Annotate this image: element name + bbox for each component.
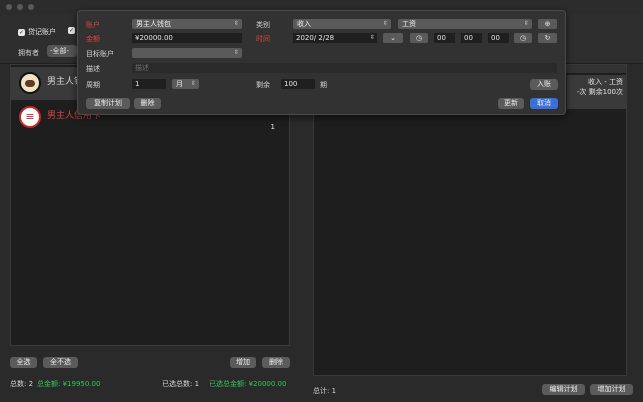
second-input[interactable]: 00 bbox=[488, 33, 509, 43]
selected-count: 已选总数: 1 bbox=[162, 380, 200, 388]
credit-account-label: 贷记账户 bbox=[28, 28, 56, 36]
add-account-button[interactable]: 增加 bbox=[230, 357, 256, 368]
minimize-window-button[interactable] bbox=[17, 4, 23, 10]
plan-total: 总计: 1 bbox=[313, 387, 337, 395]
select-all-button[interactable]: 全选 bbox=[10, 357, 37, 368]
date-value: 2020/ 2/28 bbox=[296, 34, 335, 42]
period-input[interactable]: 1 bbox=[132, 79, 166, 89]
wallet-avatar-icon bbox=[19, 72, 41, 94]
delete-plan-button[interactable]: 删除 bbox=[134, 98, 161, 109]
checkmark-icon: ✓ bbox=[18, 28, 25, 36]
update-button[interactable]: 更新 bbox=[498, 98, 524, 109]
post-entry-button[interactable]: 入账 bbox=[530, 79, 558, 90]
updown-chevron-icon: ⇳ bbox=[233, 49, 239, 56]
total-amount: 总金额: ¥19950.00 bbox=[37, 380, 101, 388]
credit-account-checkbox[interactable]: ✓ 贷记账户 bbox=[18, 27, 56, 37]
account-select-value: 男主人钱包 bbox=[136, 20, 171, 28]
copy-plan-button[interactable]: 复制计划 bbox=[86, 98, 130, 109]
target-account-label: 目标账户 bbox=[86, 50, 114, 58]
hour-input[interactable]: 00 bbox=[434, 33, 455, 43]
remaining-unit: 期 bbox=[320, 81, 327, 89]
checkmark-icon: ✓ bbox=[68, 27, 75, 34]
minute-input[interactable]: 00 bbox=[461, 33, 482, 43]
clock-icon: ◷ bbox=[519, 34, 527, 42]
refresh-button[interactable]: ↻ bbox=[538, 33, 557, 43]
delete-account-button[interactable]: 删除 bbox=[262, 357, 290, 368]
account-filter-checkbox[interactable]: ✓ bbox=[68, 27, 75, 34]
plan-remaining: -次 剩余100次 bbox=[576, 88, 623, 96]
owner-select[interactable]: -全部- bbox=[47, 45, 77, 57]
updown-chevron-icon: ⇳ bbox=[190, 80, 196, 87]
category-type-select[interactable]: 收入 ⇳ bbox=[293, 19, 391, 29]
remaining-label: 剩余 bbox=[256, 81, 270, 89]
refresh-icon: ↻ bbox=[544, 34, 551, 42]
target-account-select[interactable]: ⇳ bbox=[132, 48, 242, 58]
clock-button[interactable]: ◷ bbox=[410, 33, 428, 43]
chevron-down-icon: ⌄ bbox=[390, 34, 396, 42]
plan-editor-popover: 账户 男主人钱包 ⇳ 类别 收入 ⇳ 工资 ⇳ ⊕ 金额 ¥20000.00 时… bbox=[77, 10, 566, 115]
remaining-input[interactable]: 100 bbox=[281, 79, 315, 89]
total-count: 总数: 2 bbox=[10, 380, 34, 388]
add-plan-button[interactable]: 增加计划 bbox=[590, 384, 633, 395]
description-label: 描述 bbox=[86, 65, 100, 73]
time-label: 时间 bbox=[256, 35, 270, 43]
account-count: 1 bbox=[270, 123, 275, 131]
category-label: 类别 bbox=[256, 21, 270, 29]
close-window-button[interactable] bbox=[6, 4, 12, 10]
selected-amount: 已选总金额: ¥20000.00 bbox=[209, 380, 287, 388]
updown-chevron-icon: ⇳ bbox=[382, 20, 388, 27]
category-value: 工资 bbox=[402, 20, 416, 28]
owner-label: 拥有者 bbox=[18, 49, 39, 57]
account-select[interactable]: 男主人钱包 ⇳ bbox=[132, 19, 242, 29]
plan-row[interactable]: 收入 - 工资 -次 剩余100次 bbox=[567, 75, 627, 109]
date-input[interactable]: 2020/ 2/28 ⇳ bbox=[293, 33, 377, 43]
category-type-value: 收入 bbox=[297, 20, 311, 28]
add-category-button[interactable]: ⊕ bbox=[538, 19, 557, 29]
stepper-icon: ⇳ bbox=[369, 34, 375, 41]
updown-chevron-icon: ⇳ bbox=[233, 20, 239, 27]
updown-chevron-icon: ⇳ bbox=[523, 20, 529, 27]
bank-avatar-icon bbox=[19, 106, 41, 128]
plan-category: 收入 - 工资 bbox=[588, 78, 623, 86]
amount-label: 金额 bbox=[86, 35, 100, 43]
description-input[interactable]: 描述 bbox=[132, 63, 557, 73]
zoom-window-button[interactable] bbox=[28, 4, 34, 10]
edit-plan-button[interactable]: 编辑计划 bbox=[542, 384, 585, 395]
deselect-all-button[interactable]: 全不选 bbox=[43, 357, 78, 368]
period-unit-select[interactable]: 月 ⇳ bbox=[172, 79, 199, 89]
clock-icon: ◷ bbox=[415, 34, 423, 42]
amount-input[interactable]: ¥20000.00 bbox=[132, 33, 242, 43]
plus-circle-icon: ⊕ bbox=[544, 20, 551, 28]
period-label: 周期 bbox=[86, 81, 100, 89]
account-label: 账户 bbox=[86, 21, 100, 29]
category-select[interactable]: 工资 ⇳ bbox=[398, 19, 532, 29]
cancel-button[interactable]: 取消 bbox=[530, 98, 558, 109]
period-unit-value: 月 bbox=[176, 80, 183, 88]
calendar-dropdown-button[interactable]: ⌄ bbox=[383, 33, 403, 43]
time-picker-button[interactable]: ◷ bbox=[514, 33, 532, 43]
